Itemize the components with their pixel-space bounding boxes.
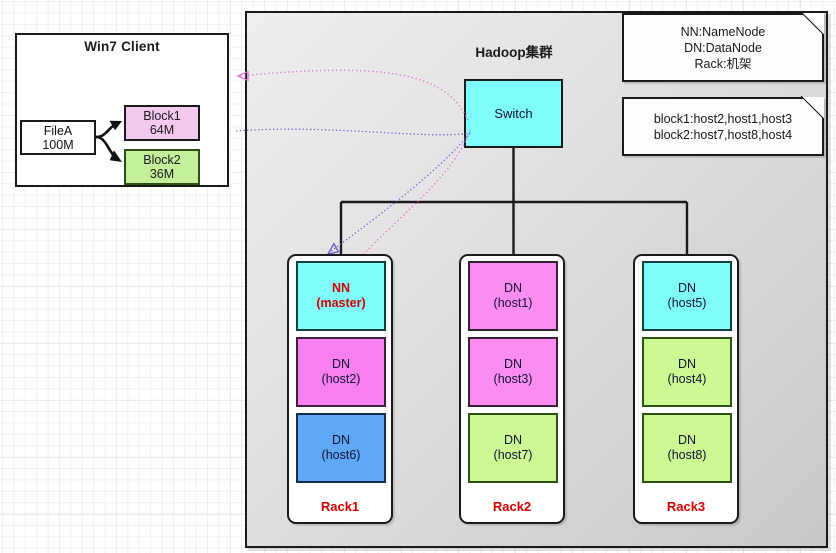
rack-3[interactable]: DN (host5) DN (host4) DN (host8) Rack3 (633, 254, 739, 524)
node-dn-host2[interactable]: DN (host2) (296, 337, 386, 407)
block2-size: 36M (149, 167, 175, 181)
legend-line-dn: DN:DataNode (684, 40, 762, 55)
block1-name: Block1 (143, 109, 181, 123)
node-dn-host7[interactable]: DN (host7) (468, 413, 558, 483)
node-dn-host3[interactable]: DN (host3) (468, 337, 558, 407)
filea-name: FileA (43, 123, 73, 138)
node-dn-host8[interactable]: DN (host8) (642, 413, 732, 483)
rack-2-label: Rack2 (492, 499, 532, 514)
switch-label: Switch (494, 106, 533, 121)
node-role-label: DN (503, 357, 523, 372)
node-host-label: (host2) (321, 372, 361, 386)
node-role-label: NN (331, 281, 351, 296)
node-role-label: DN (677, 281, 697, 296)
node-host-label: (host7) (493, 448, 533, 462)
legend-line-rack: Rack:机架 (694, 56, 752, 71)
node-dn-host6[interactable]: DN (host6) (296, 413, 386, 483)
legend-note-block-placement: block1:host2,host1,host3 block2:host7,ho… (622, 96, 824, 156)
hadoop-cluster-title: Hadoop集群 (475, 45, 553, 60)
note-fold-corner-icon (801, 96, 824, 119)
filea-block[interactable]: FileA 100M (20, 120, 96, 155)
rack-2[interactable]: DN (host1) DN (host3) DN (host7) Rack2 (459, 254, 565, 524)
node-dn-host1[interactable]: DN (host1) (468, 261, 558, 331)
node-role-label: DN (503, 433, 523, 448)
node-role-label: DN (677, 433, 697, 448)
node-host-label: (host1) (493, 296, 533, 310)
node-host-label: (host4) (667, 372, 707, 386)
node-host-label: (master) (316, 296, 366, 310)
block1-placement-line: block1:host2,host1,host3 (653, 111, 793, 126)
node-role-label: DN (331, 433, 351, 448)
rack-1-label: Rack1 (320, 499, 360, 514)
node-role-label: DN (503, 281, 523, 296)
node-nn-master[interactable]: NN (master) (296, 261, 386, 331)
node-dn-host5[interactable]: DN (host5) (642, 261, 732, 331)
rack-3-label: Rack3 (666, 499, 706, 514)
node-host-label: (host5) (667, 296, 707, 310)
block2-placement-line: block2:host7,host8,host4 (653, 127, 793, 142)
node-role-label: DN (331, 357, 351, 372)
block1-box[interactable]: Block1 64M (124, 105, 200, 141)
rack-1[interactable]: NN (master) DN (host2) DN (host6) Rack1 (287, 254, 393, 524)
node-dn-host4[interactable]: DN (host4) (642, 337, 732, 407)
switch-node[interactable]: Switch (464, 79, 563, 148)
note-fold-corner-icon (801, 12, 824, 35)
node-host-label: (host8) (667, 448, 707, 462)
filea-size: 100M (42, 137, 74, 152)
node-host-label: (host3) (493, 372, 533, 386)
legend-note-abbreviations: NN:NameNode DN:DataNode Rack:机架 (622, 12, 824, 82)
block2-box[interactable]: Block2 36M (124, 149, 200, 185)
block1-size: 64M (149, 123, 175, 137)
node-host-label: (host6) (321, 448, 361, 462)
win7-client-title: Win7 Client (84, 39, 160, 54)
node-role-label: DN (677, 357, 697, 372)
block2-name: Block2 (143, 153, 181, 167)
legend-line-nn: NN:NameNode (680, 24, 766, 39)
